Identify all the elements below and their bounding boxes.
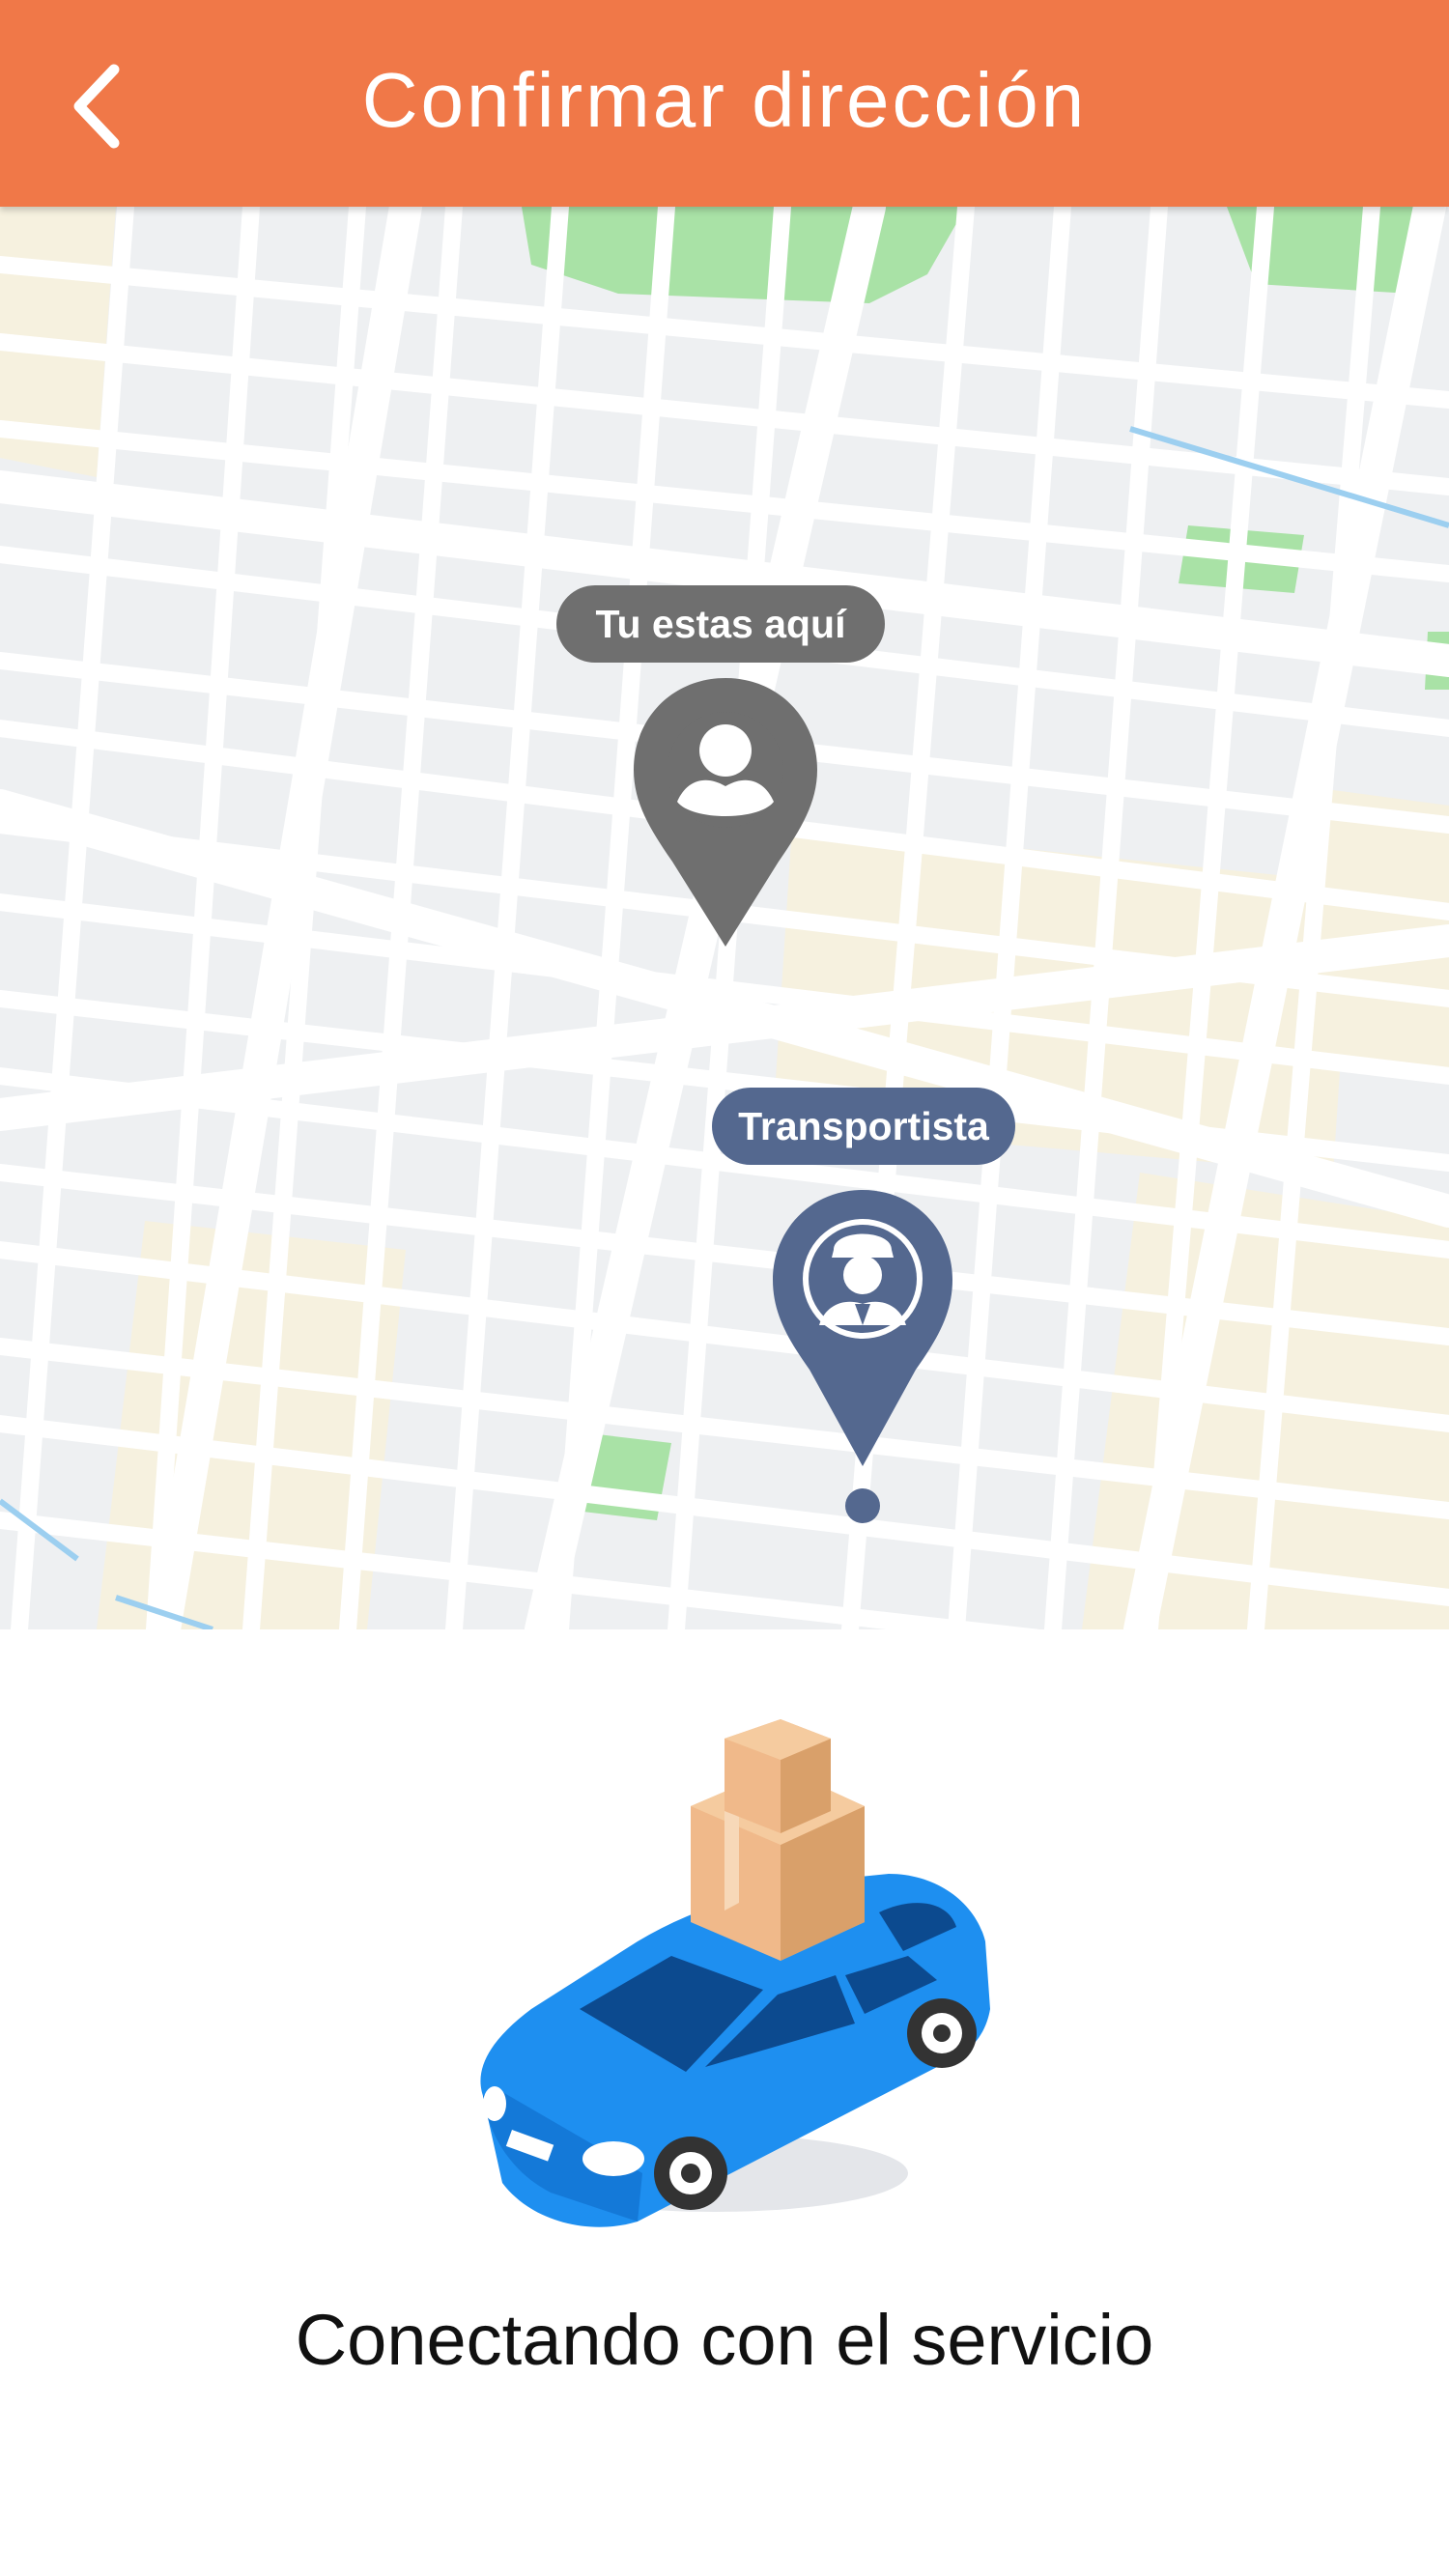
status-message: Conectando con el servicio <box>295 2300 1154 2380</box>
driver-location-label: Transportista <box>712 1088 1015 1165</box>
page-title: Confirmar dirección <box>361 57 1088 143</box>
driver-location-pin-icon <box>773 1190 952 1523</box>
user-location-label: Tu estas aquí <box>556 585 885 663</box>
car-with-packages-icon <box>480 1719 990 2227</box>
user-location-pin-icon <box>634 678 817 947</box>
user-location-marker[interactable] <box>634 678 817 951</box>
driver-location-marker[interactable] <box>773 1190 952 1528</box>
car-illustration <box>473 1719 995 2236</box>
app-header: Confirmar dirección <box>0 0 1449 207</box>
map-view[interactable]: Tu estas aquí Transportista <box>0 207 1449 1629</box>
